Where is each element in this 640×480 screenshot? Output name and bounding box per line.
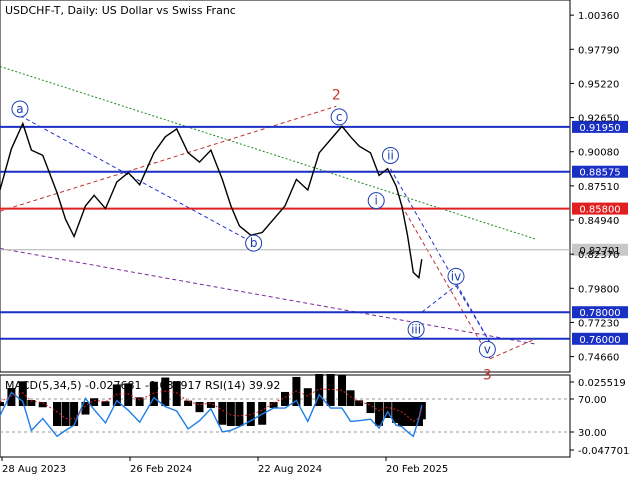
indicator-tick-1: 70.00	[578, 395, 607, 406]
macd-bar-21	[226, 402, 235, 426]
wave-label-2: c	[336, 110, 343, 124]
wave-label-0: a	[16, 102, 23, 116]
macd-bar-6	[61, 402, 70, 426]
indicator-tick-2: 30.00	[578, 428, 607, 439]
chart-title: USDCHF-T, Daily: US Dollar vs Swiss Fran…	[5, 4, 236, 17]
wave-label-9: 3	[483, 368, 492, 384]
price-tick-6: 0.84940	[578, 216, 619, 227]
macd-bar-20	[218, 402, 227, 425]
chart-background	[0, 0, 640, 480]
macd-bar-7	[70, 402, 79, 426]
wave-label-1: b	[250, 236, 258, 250]
macd-bar-10	[101, 401, 110, 406]
date-tick-0: 28 Aug 2023	[2, 464, 66, 475]
wave-label-5: i	[375, 194, 378, 208]
price-tick-10: 0.74660	[578, 353, 619, 364]
price-tick-8: 0.79800	[578, 284, 619, 295]
date-tick-3: 20 Feb 2025	[386, 464, 448, 475]
macd-bar-17	[184, 400, 193, 406]
macd-bar-0	[0, 402, 4, 406]
chart-canvas: 0.919500.885750.858000.780000.760000.827…	[0, 0, 640, 480]
date-tick-2: 22 Aug 2024	[258, 464, 322, 475]
level-label-2: 0.85800	[579, 205, 620, 216]
wave-label-8: v	[484, 342, 491, 356]
level-label-4: 0.76000	[579, 335, 620, 346]
wave-label-4: ii	[387, 148, 394, 162]
level-label-1: 0.88575	[579, 168, 620, 179]
indicator-tick-3: -0.047701	[578, 446, 629, 457]
price-tick-5: 0.87510	[578, 182, 619, 193]
macd-bar-33	[355, 400, 364, 406]
date-tick-1: 26 Feb 2024	[130, 464, 192, 475]
price-tick-9: 0.77230	[578, 318, 619, 329]
macd-bar-31	[338, 375, 346, 406]
price-tick-0: 1.00360	[578, 11, 619, 22]
indicator-tick-0: 0.025519	[578, 378, 626, 389]
price-tick-4: 0.90080	[578, 148, 619, 159]
macd-bar-34	[366, 402, 375, 414]
wave-label-3: 2	[332, 87, 341, 103]
price-tick-2: 0.95220	[578, 79, 619, 90]
wave-label-6: iii	[411, 322, 421, 336]
macd-bar-28	[303, 388, 312, 406]
indicator-title: MACD(5,34,5) -0.027681 -0.034917 RSI(14)…	[5, 379, 280, 392]
price-tick-1: 0.97790	[578, 45, 619, 56]
macd-bar-22	[235, 402, 244, 426]
price-tick-7: 0.82370	[578, 250, 619, 261]
macd-bar-18	[195, 402, 204, 413]
wave-label-7: iv	[451, 269, 461, 283]
price-tick-3: 0.92650	[578, 114, 619, 125]
